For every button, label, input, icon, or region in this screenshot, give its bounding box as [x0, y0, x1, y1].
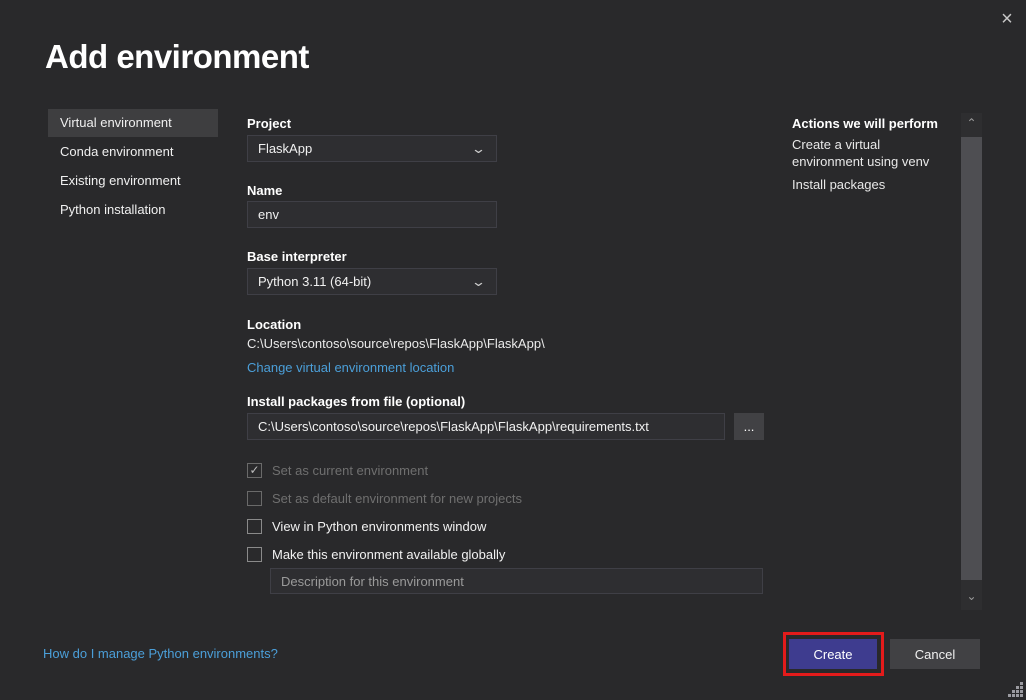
- change-location-link[interactable]: Change virtual environment location: [247, 360, 454, 375]
- action-item-create-venv: Create a virtual environment using venv: [792, 136, 950, 170]
- cancel-button[interactable]: Cancel: [890, 639, 980, 669]
- available-globally-label: Make this environment available globally: [272, 547, 505, 562]
- sidebar-item-virtual-environment[interactable]: Virtual environment: [48, 109, 218, 137]
- base-interpreter-dropdown[interactable]: Python 3.11 (64-bit) ⌄: [247, 268, 497, 295]
- name-label: Name: [247, 183, 282, 198]
- sidebar-item-python-installation[interactable]: Python installation: [48, 196, 218, 224]
- checkbox-row: Make this environment available globally: [247, 547, 505, 562]
- actions-panel-title: Actions we will perform: [792, 116, 957, 131]
- project-label: Project: [247, 116, 291, 131]
- close-icon[interactable]: ×: [994, 6, 1020, 32]
- sidebar-item-conda-environment[interactable]: Conda environment: [48, 138, 218, 166]
- set-default-env-label: Set as default environment for new proje…: [272, 491, 522, 506]
- base-interpreter-label: Base interpreter: [247, 249, 347, 264]
- scrollbar[interactable]: ⌃ ⌄: [961, 113, 982, 610]
- scroll-up-icon[interactable]: ⌃: [961, 113, 982, 133]
- page-title: Add environment: [45, 38, 309, 76]
- install-packages-label: Install packages from file (optional): [247, 394, 465, 409]
- project-dropdown[interactable]: FlaskApp ⌄: [247, 135, 497, 162]
- set-current-env-checkbox[interactable]: ✓: [247, 463, 262, 478]
- sidebar-item-existing-environment[interactable]: Existing environment: [48, 167, 218, 195]
- project-dropdown-value: FlaskApp: [258, 141, 312, 156]
- chevron-down-icon: ⌄: [471, 275, 486, 288]
- base-interpreter-dropdown-value: Python 3.11 (64-bit): [258, 274, 371, 289]
- set-default-env-checkbox[interactable]: [247, 491, 262, 506]
- chevron-down-icon: ⌄: [471, 142, 486, 155]
- add-environment-dialog: { "dialog": { "title": "Add environment"…: [0, 0, 1026, 700]
- scroll-down-icon[interactable]: ⌄: [961, 586, 982, 606]
- action-item-install-packages: Install packages: [792, 176, 950, 193]
- view-env-window-label: View in Python environments window: [272, 519, 486, 534]
- scrollbar-thumb[interactable]: [961, 137, 982, 580]
- location-path: C:\Users\contoso\source\repos\FlaskApp\F…: [247, 336, 545, 351]
- resize-grip-icon[interactable]: [1008, 682, 1024, 698]
- name-input[interactable]: [247, 201, 497, 228]
- description-input[interactable]: [270, 568, 763, 594]
- checkbox-row: ✓ Set as current environment: [247, 463, 428, 478]
- browse-button[interactable]: ...: [734, 413, 764, 440]
- environment-type-list: Virtual environment Conda environment Ex…: [48, 109, 218, 225]
- view-env-window-checkbox[interactable]: [247, 519, 262, 534]
- set-current-env-label: Set as current environment: [272, 463, 428, 478]
- checkbox-row: Set as default environment for new proje…: [247, 491, 522, 506]
- manage-environments-help-link[interactable]: How do I manage Python environments?: [43, 646, 278, 661]
- checkbox-row: View in Python environments window: [247, 519, 486, 534]
- available-globally-checkbox[interactable]: [247, 547, 262, 562]
- create-button[interactable]: Create: [789, 639, 877, 669]
- location-label: Location: [247, 317, 301, 332]
- requirements-file-input[interactable]: [247, 413, 725, 440]
